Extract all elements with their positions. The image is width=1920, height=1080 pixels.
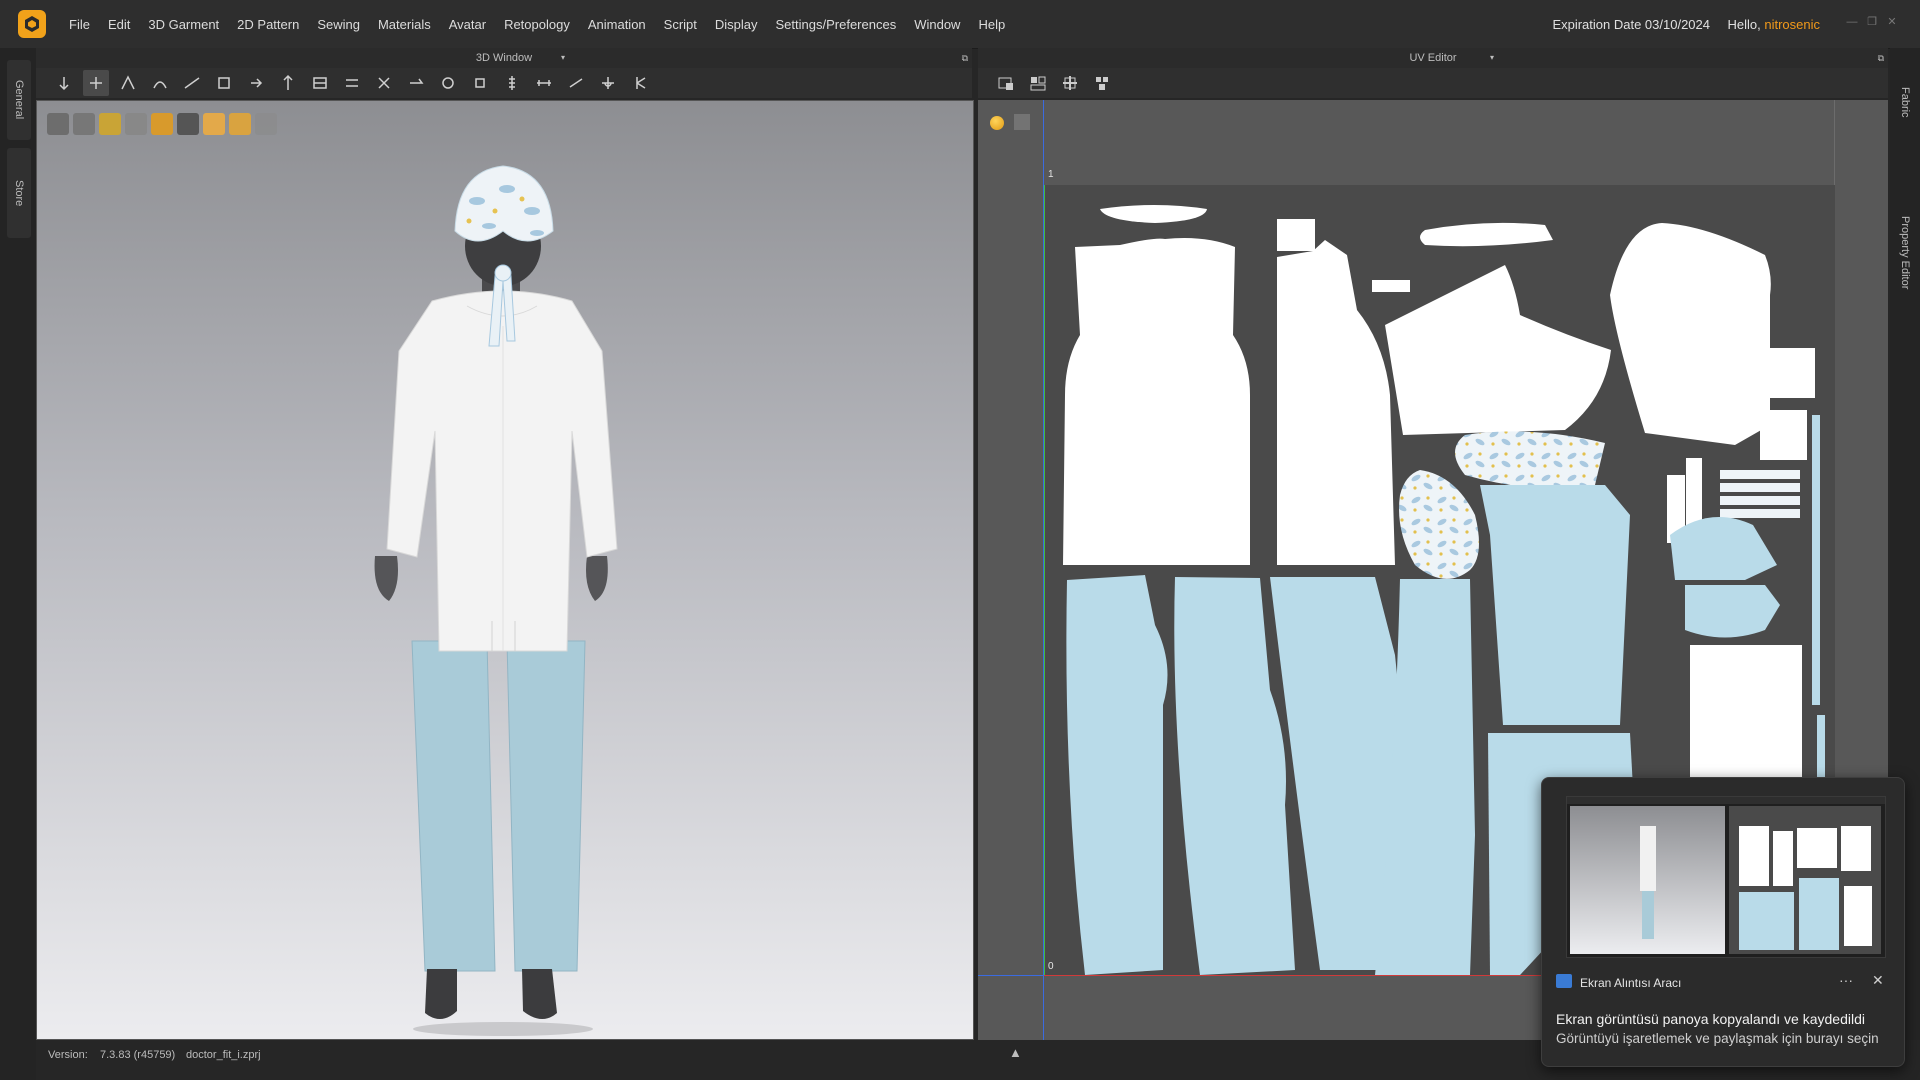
- uv-label-top: 1: [1048, 169, 1054, 180]
- transform-icon[interactable]: [83, 70, 109, 96]
- thumb-coat: [1640, 826, 1656, 891]
- thumb-3d-view: [1570, 806, 1725, 954]
- menu-avatar[interactable]: Avatar: [440, 17, 495, 32]
- menu-help[interactable]: Help: [969, 17, 1014, 32]
- project-filename: doctor_fit_i.zprj: [186, 1049, 261, 1061]
- thumb-piece: [1841, 826, 1871, 871]
- tab-store-label: Store: [13, 179, 25, 207]
- menu-window[interactable]: Window: [905, 17, 969, 32]
- export-icon[interactable]: [1014, 114, 1030, 130]
- thumb-piece: [1739, 892, 1794, 950]
- thumb-piece: [1799, 878, 1839, 950]
- ruler-icon[interactable]: [179, 70, 205, 96]
- menu-settings-preferences[interactable]: Settings/Preferences: [767, 17, 906, 32]
- app-logo-icon: [18, 10, 46, 38]
- tape-icon[interactable]: [563, 70, 589, 96]
- greeting: Hello, nitrosenic: [1727, 17, 1820, 32]
- light-icon[interactable]: [990, 116, 1004, 130]
- strengthen-icon[interactable]: [307, 70, 333, 96]
- tab-general[interactable]: General: [7, 60, 31, 140]
- menu-script[interactable]: Script: [655, 17, 706, 32]
- triangle-up-icon[interactable]: ▲: [1009, 1045, 1022, 1060]
- uv-pack-icon[interactable]: [1025, 70, 1051, 96]
- main-menu: File Edit 3D Garment 2D Pattern Sewing Materi…: [60, 0, 1014, 48]
- tab-property-editor-label: Property Editor: [1899, 216, 1911, 290]
- toast-message: Ekran görüntüsü panoya kopyalandı ve kay…: [1556, 1011, 1865, 1027]
- select-move-icon[interactable]: [51, 70, 77, 96]
- tab-fabric[interactable]: Fabric: [1893, 72, 1917, 132]
- thumb-uv-view: [1729, 806, 1881, 954]
- tab-property-editor[interactable]: Property Editor: [1893, 193, 1917, 313]
- menu-bar: File Edit 3D Garment 2D Pattern Sewing Materi…: [0, 0, 1920, 49]
- zipper-icon[interactable]: [499, 70, 525, 96]
- fold-icon[interactable]: [243, 70, 269, 96]
- tuck-icon[interactable]: [339, 70, 365, 96]
- thumb-piece: [1773, 831, 1793, 886]
- chevron-down-icon[interactable]: ▾: [1490, 48, 1494, 68]
- edit-point-icon[interactable]: [115, 70, 141, 96]
- menu-materials[interactable]: Materials: [369, 17, 440, 32]
- more-options-icon[interactable]: ···: [1839, 972, 1853, 988]
- shrinkage-icon[interactable]: [371, 70, 397, 96]
- menu-sewing[interactable]: Sewing: [308, 17, 369, 32]
- menu-3d-garment[interactable]: 3D Garment: [139, 17, 228, 32]
- measure-icon[interactable]: [531, 70, 557, 96]
- simulate-icon[interactable]: [627, 70, 653, 96]
- button-icon[interactable]: [435, 70, 461, 96]
- steam-icon[interactable]: [211, 70, 237, 96]
- thumb-piece: [1797, 828, 1837, 868]
- view3d-header: 3D Window ▾ ⧉: [36, 48, 972, 68]
- pin-icon[interactable]: [275, 70, 301, 96]
- tab-store[interactable]: Store: [7, 148, 31, 238]
- restore-icon[interactable]: ❐: [1866, 16, 1878, 28]
- tab-general-label: General: [13, 80, 25, 120]
- close-icon[interactable]: ✕: [1886, 16, 1898, 28]
- thumb-piece: [1739, 826, 1769, 886]
- uv-guide: [1834, 100, 1835, 185]
- uv-editor-header: UV Editor ▾ ⧉: [978, 48, 1888, 68]
- fitting-icon[interactable]: [403, 70, 429, 96]
- undock-icon[interactable]: ⧉: [962, 48, 968, 68]
- thumb-piece: [1844, 886, 1872, 946]
- undock-icon[interactable]: ⧉: [1878, 48, 1884, 68]
- uv-editor-title: UV Editor: [1409, 52, 1457, 64]
- uv-toolbar: [978, 68, 1888, 98]
- snipping-tool-icon: [1556, 974, 1572, 988]
- avatar-measure-icon[interactable]: [595, 70, 621, 96]
- tab-fabric-label: Fabric: [1899, 86, 1911, 118]
- toast-submessage: Görüntüyü işaretlemek ve paylaşmak için …: [1556, 1031, 1879, 1046]
- view3d-toolbar: [36, 68, 972, 98]
- uv-snapshot-icon[interactable]: [993, 70, 1019, 96]
- menu-retopology[interactable]: Retopology: [495, 17, 579, 32]
- menu-2d-pattern[interactable]: 2D Pattern: [228, 17, 308, 32]
- thumb-pants: [1642, 891, 1654, 939]
- thumb-menubar: [1567, 797, 1885, 804]
- minimize-icon[interactable]: —: [1846, 16, 1858, 28]
- version-value: 7.3.83 (r45759): [100, 1049, 176, 1061]
- version-label: Version:: [48, 1049, 88, 1061]
- uv-layout-icon[interactable]: [1089, 70, 1115, 96]
- close-icon[interactable]: ✕: [1872, 972, 1884, 989]
- left-dock: General Store: [0, 48, 36, 1080]
- snip-notification[interactable]: Ekran Alıntısı Aracı ··· ✕ Ekran görüntü…: [1541, 777, 1905, 1067]
- greeting-prefix: Hello,: [1727, 17, 1761, 32]
- toast-app-name: Ekran Alıntısı Aracı: [1580, 976, 1682, 990]
- edit-curvature-icon[interactable]: [147, 70, 173, 96]
- menu-display[interactable]: Display: [706, 17, 767, 32]
- menu-animation[interactable]: Animation: [579, 17, 655, 32]
- uv-transform-icon[interactable]: [1057, 70, 1083, 96]
- chevron-down-icon[interactable]: ▾: [561, 48, 565, 68]
- view3d-title: 3D Window: [475, 52, 533, 64]
- buttonhole-icon[interactable]: [467, 70, 493, 96]
- garment-model-back-view: [374, 165, 618, 1036]
- expiration-date: Expiration Date 03/10/2024: [1552, 17, 1710, 32]
- uv-axis-h-blue: [978, 975, 1048, 976]
- 3d-viewport[interactable]: [36, 100, 974, 1040]
- menu-edit[interactable]: Edit: [99, 17, 139, 32]
- screenshot-thumbnail[interactable]: [1566, 796, 1886, 958]
- username[interactable]: nitrosenic: [1764, 17, 1820, 32]
- menu-file[interactable]: File: [60, 17, 99, 32]
